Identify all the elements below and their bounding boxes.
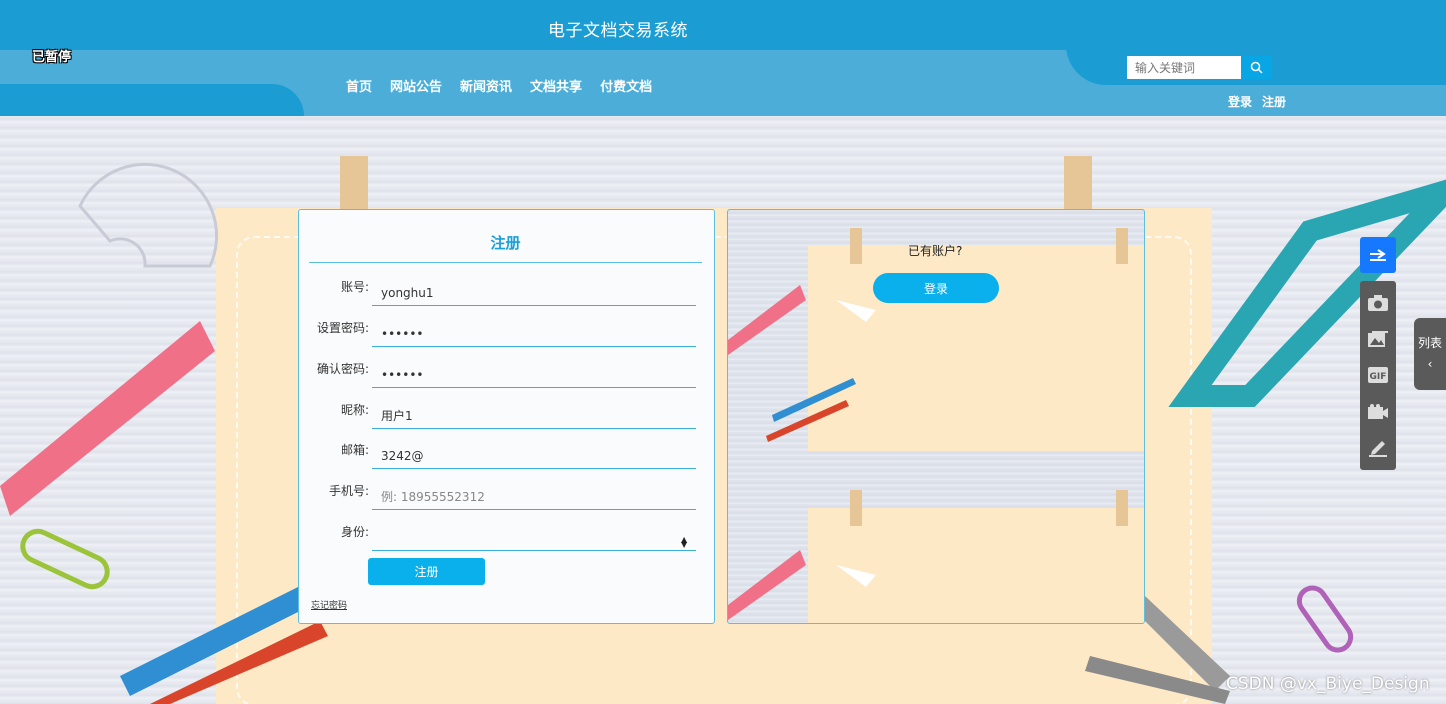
header-left-tab — [0, 84, 304, 116]
side-list-tab[interactable]: 列表 ‹ — [1414, 318, 1446, 390]
triangle-ruler-icon — [1168, 179, 1446, 407]
video-icon — [1368, 403, 1388, 419]
background-scene — [0, 116, 1446, 704]
nav-announcements[interactable]: 网站公告 — [390, 76, 442, 95]
nav-news[interactable]: 新闻资讯 — [460, 76, 512, 95]
email-label: 邮箱: — [340, 443, 369, 457]
nickname-label: 昵称: — [340, 403, 369, 417]
phone-label: 手机号: — [328, 484, 369, 498]
password-input[interactable] — [372, 321, 696, 347]
form-row-account: 账号: — [299, 280, 716, 310]
register-submit-button[interactable]: 注册 — [368, 558, 485, 585]
form-row-password: 设置密码: — [299, 321, 716, 351]
login-panel — [727, 209, 1145, 624]
main-nav: 首页 网站公告 新闻资讯 文档共享 付费文档 — [346, 76, 652, 95]
chevron-left-icon: ‹ — [1427, 357, 1433, 371]
paperclip-icon — [1296, 585, 1354, 653]
gif-button[interactable]: GIF — [1366, 364, 1390, 386]
search-input[interactable] — [1127, 56, 1241, 79]
video-button[interactable] — [1366, 401, 1390, 423]
watermark: CSDN @vx_Biye_Design — [1226, 674, 1430, 694]
decor-illustrations — [0, 156, 1446, 704]
role-label: 身份: — [340, 525, 369, 539]
paperclip-icon — [20, 528, 110, 590]
share-button[interactable] — [1360, 237, 1396, 273]
nav-doc-share[interactable]: 文档共享 — [530, 76, 582, 95]
email-input[interactable] — [372, 443, 696, 469]
paper-plane-icon — [836, 300, 876, 322]
phone-input[interactable] — [372, 484, 696, 510]
header-login-link[interactable]: 登录 — [1228, 93, 1252, 110]
confirm-password-label: 确认密码: — [316, 362, 369, 376]
register-panel: 注册 账号: 设置密码: 确认密码: 昵称: 邮箱: 手机号: 身份: ▲▼ — [298, 209, 715, 624]
svg-text:GIF: GIF — [1370, 372, 1387, 382]
side-tab-label: 列表 — [1417, 336, 1442, 350]
form-row-phone: 手机号: — [299, 484, 716, 514]
auth-links: 登录 注册 — [1228, 93, 1286, 110]
nickname-input[interactable] — [372, 403, 696, 429]
protractor-icon — [78, 162, 219, 268]
ruler-icon — [0, 321, 215, 516]
header-register-link[interactable]: 注册 — [1262, 93, 1286, 110]
image-icon — [1368, 331, 1388, 348]
has-account-text: 已有账户? — [908, 244, 963, 258]
share-icon — [1370, 249, 1386, 261]
nav-home[interactable]: 首页 — [346, 76, 372, 95]
paused-indicator: 已暂停 — [32, 50, 72, 65]
ruler-icon — [728, 285, 806, 355]
register-title: 注册 — [309, 232, 702, 263]
camera-icon — [1368, 295, 1388, 312]
pen-button[interactable] — [1366, 437, 1390, 459]
form-row-role: 身份: ▲ ▼ — [299, 525, 716, 555]
nav-paid-docs[interactable]: 付费文档 — [600, 76, 652, 95]
camera-button[interactable] — [1366, 292, 1390, 314]
form-row-email: 邮箱: — [299, 443, 716, 473]
password-label: 设置密码: — [316, 321, 369, 335]
login-button[interactable]: 登录 — [873, 273, 999, 303]
clothespin-icon — [1064, 156, 1092, 211]
clothespin-icon — [850, 490, 862, 526]
image-button[interactable] — [1366, 328, 1390, 350]
form-row-confirm-password: 确认密码: — [299, 362, 716, 392]
select-arrows-icon: ▲ ▼ — [681, 535, 688, 549]
paper-plane-icon — [836, 565, 876, 587]
capture-toolbar: GIF — [1360, 281, 1396, 470]
forgot-password-link[interactable]: 忘记密码 — [311, 598, 347, 611]
search-icon — [1250, 61, 1263, 74]
clothespin-icon — [340, 156, 368, 211]
clothespin-icon — [1116, 490, 1128, 526]
gif-icon: GIF — [1368, 367, 1388, 384]
account-label: 账号: — [340, 280, 369, 294]
pen-icon — [1369, 440, 1387, 457]
account-input[interactable] — [372, 280, 696, 306]
clothespin-icon — [1116, 228, 1128, 264]
clothespin-icon — [850, 228, 862, 264]
confirm-password-input[interactable] — [372, 362, 696, 388]
role-select[interactable] — [372, 525, 696, 551]
search-button[interactable] — [1241, 56, 1272, 79]
site-title: 电子文档交易系统 — [548, 21, 688, 41]
form-row-nickname: 昵称: — [299, 403, 716, 433]
